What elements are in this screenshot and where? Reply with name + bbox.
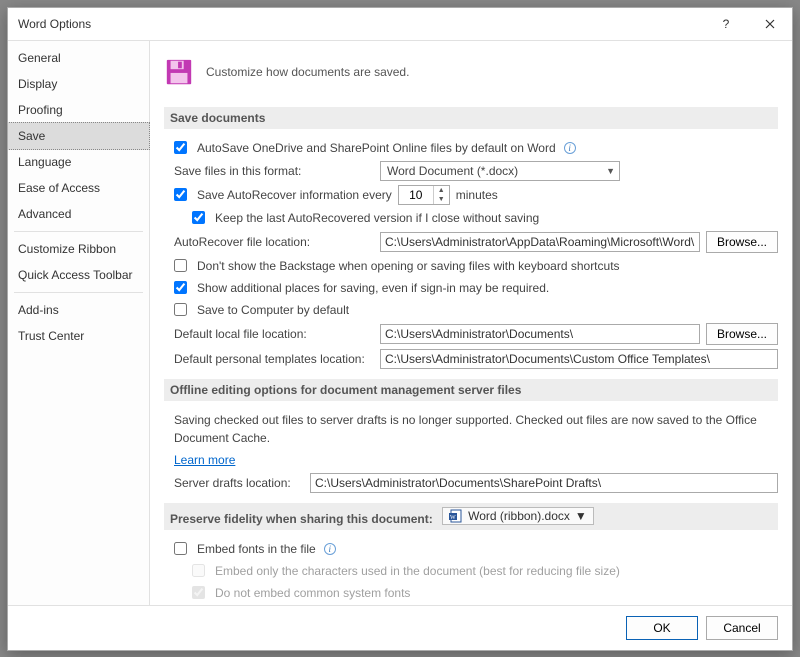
embed-fonts-checkbox[interactable]	[174, 542, 187, 555]
embed-fonts-label: Embed fonts in the file	[197, 542, 316, 556]
keep-last-label: Keep the last AutoRecovered version if I…	[215, 211, 539, 225]
learn-more-link[interactable]: Learn more	[174, 453, 235, 467]
sidebar-item-language[interactable]: Language	[8, 149, 149, 175]
autorecover-spinner[interactable]: ▲▼	[398, 185, 450, 205]
sidebar-item-save[interactable]: Save	[8, 122, 150, 150]
info-icon[interactable]: i	[564, 142, 576, 154]
fidelity-doc-dropdown[interactable]: W Word (ribbon).docx ▼	[442, 507, 594, 525]
close-icon	[765, 19, 775, 29]
page-header: Customize how documents are saved.	[164, 51, 778, 99]
sidebar-item-advanced[interactable]: Advanced	[8, 201, 149, 227]
fidelity-doc-value: Word (ribbon).docx	[468, 509, 570, 523]
backstage-label: Don't show the Backstage when opening or…	[197, 259, 620, 273]
ok-button[interactable]: OK	[626, 616, 698, 640]
chevron-down-icon: ▼	[606, 166, 615, 176]
sidebar: General Display Proofing Save Language E…	[8, 41, 150, 605]
embed-chars-checkbox	[192, 564, 205, 577]
autorecover-value[interactable]	[399, 186, 433, 204]
svg-text:W: W	[450, 515, 456, 521]
sidebar-item-ease-of-access[interactable]: Ease of Access	[8, 175, 149, 201]
autorecover-loc-label: AutoRecover file location:	[174, 235, 374, 249]
backstage-checkbox[interactable]	[174, 259, 187, 272]
sidebar-item-trust-center[interactable]: Trust Center	[8, 323, 149, 349]
titlebar: Word Options ?	[8, 8, 792, 40]
info-icon[interactable]: i	[324, 543, 336, 555]
offline-note: Saving checked out files to server draft…	[164, 409, 778, 449]
format-dropdown[interactable]: Word Document (*.docx) ▼	[380, 161, 620, 181]
keep-last-checkbox[interactable]	[192, 211, 205, 224]
sidebar-item-add-ins[interactable]: Add-ins	[8, 297, 149, 323]
default-local-browse-button[interactable]: Browse...	[706, 323, 778, 345]
section-fidelity: Preserve fidelity when sharing this docu…	[164, 503, 778, 530]
save-computer-label: Save to Computer by default	[197, 303, 349, 317]
autorecover-prefix: Save AutoRecover information every	[197, 188, 392, 202]
save-computer-checkbox[interactable]	[174, 303, 187, 316]
autosave-label: AutoSave OneDrive and SharePoint Online …	[197, 141, 556, 155]
additional-places-checkbox[interactable]	[174, 281, 187, 294]
server-drafts-label: Server drafts location:	[174, 476, 304, 490]
no-common-checkbox	[192, 586, 205, 599]
spinner-buttons[interactable]: ▲▼	[433, 186, 449, 204]
section-offline: Offline editing options for document man…	[164, 379, 778, 401]
embed-chars-label: Embed only the characters used in the do…	[215, 564, 620, 578]
save-page-icon	[164, 57, 194, 87]
server-drafts-input[interactable]	[310, 473, 778, 493]
cancel-button[interactable]: Cancel	[706, 616, 778, 640]
default-local-label: Default local file location:	[174, 327, 374, 341]
autorecover-loc-input[interactable]	[380, 232, 700, 252]
personal-templates-input[interactable]	[380, 349, 778, 369]
format-value: Word Document (*.docx)	[387, 164, 518, 178]
word-options-dialog: Word Options ? General Display Proofing …	[7, 7, 793, 651]
page-subtitle: Customize how documents are saved.	[206, 65, 409, 79]
sidebar-item-customize-ribbon[interactable]: Customize Ribbon	[8, 236, 149, 262]
sidebar-item-general[interactable]: General	[8, 45, 149, 71]
default-local-input[interactable]	[380, 324, 700, 344]
additional-places-label: Show additional places for saving, even …	[197, 281, 549, 295]
fidelity-title: Preserve fidelity when sharing this docu…	[170, 512, 433, 526]
autorecover-suffix: minutes	[456, 188, 498, 202]
main-panel: Customize how documents are saved. Save …	[150, 41, 792, 605]
window-title: Word Options	[8, 17, 704, 31]
chevron-down-icon: ▼	[575, 509, 587, 523]
sidebar-item-display[interactable]: Display	[8, 71, 149, 97]
dialog-footer: OK Cancel	[8, 605, 792, 650]
personal-templates-label: Default personal templates location:	[174, 352, 374, 366]
sidebar-item-proofing[interactable]: Proofing	[8, 97, 149, 123]
autorecover-checkbox[interactable]	[174, 188, 187, 201]
no-common-label: Do not embed common system fonts	[215, 586, 410, 600]
sidebar-item-quick-access-toolbar[interactable]: Quick Access Toolbar	[8, 262, 149, 288]
autosave-checkbox[interactable]	[174, 141, 187, 154]
help-button[interactable]: ?	[704, 8, 748, 40]
format-label: Save files in this format:	[174, 164, 374, 178]
autorecover-browse-button[interactable]: Browse...	[706, 231, 778, 253]
section-save-documents: Save documents	[164, 107, 778, 129]
dialog-body: General Display Proofing Save Language E…	[8, 40, 792, 605]
close-button[interactable]	[748, 8, 792, 40]
word-doc-icon: W	[449, 509, 463, 523]
